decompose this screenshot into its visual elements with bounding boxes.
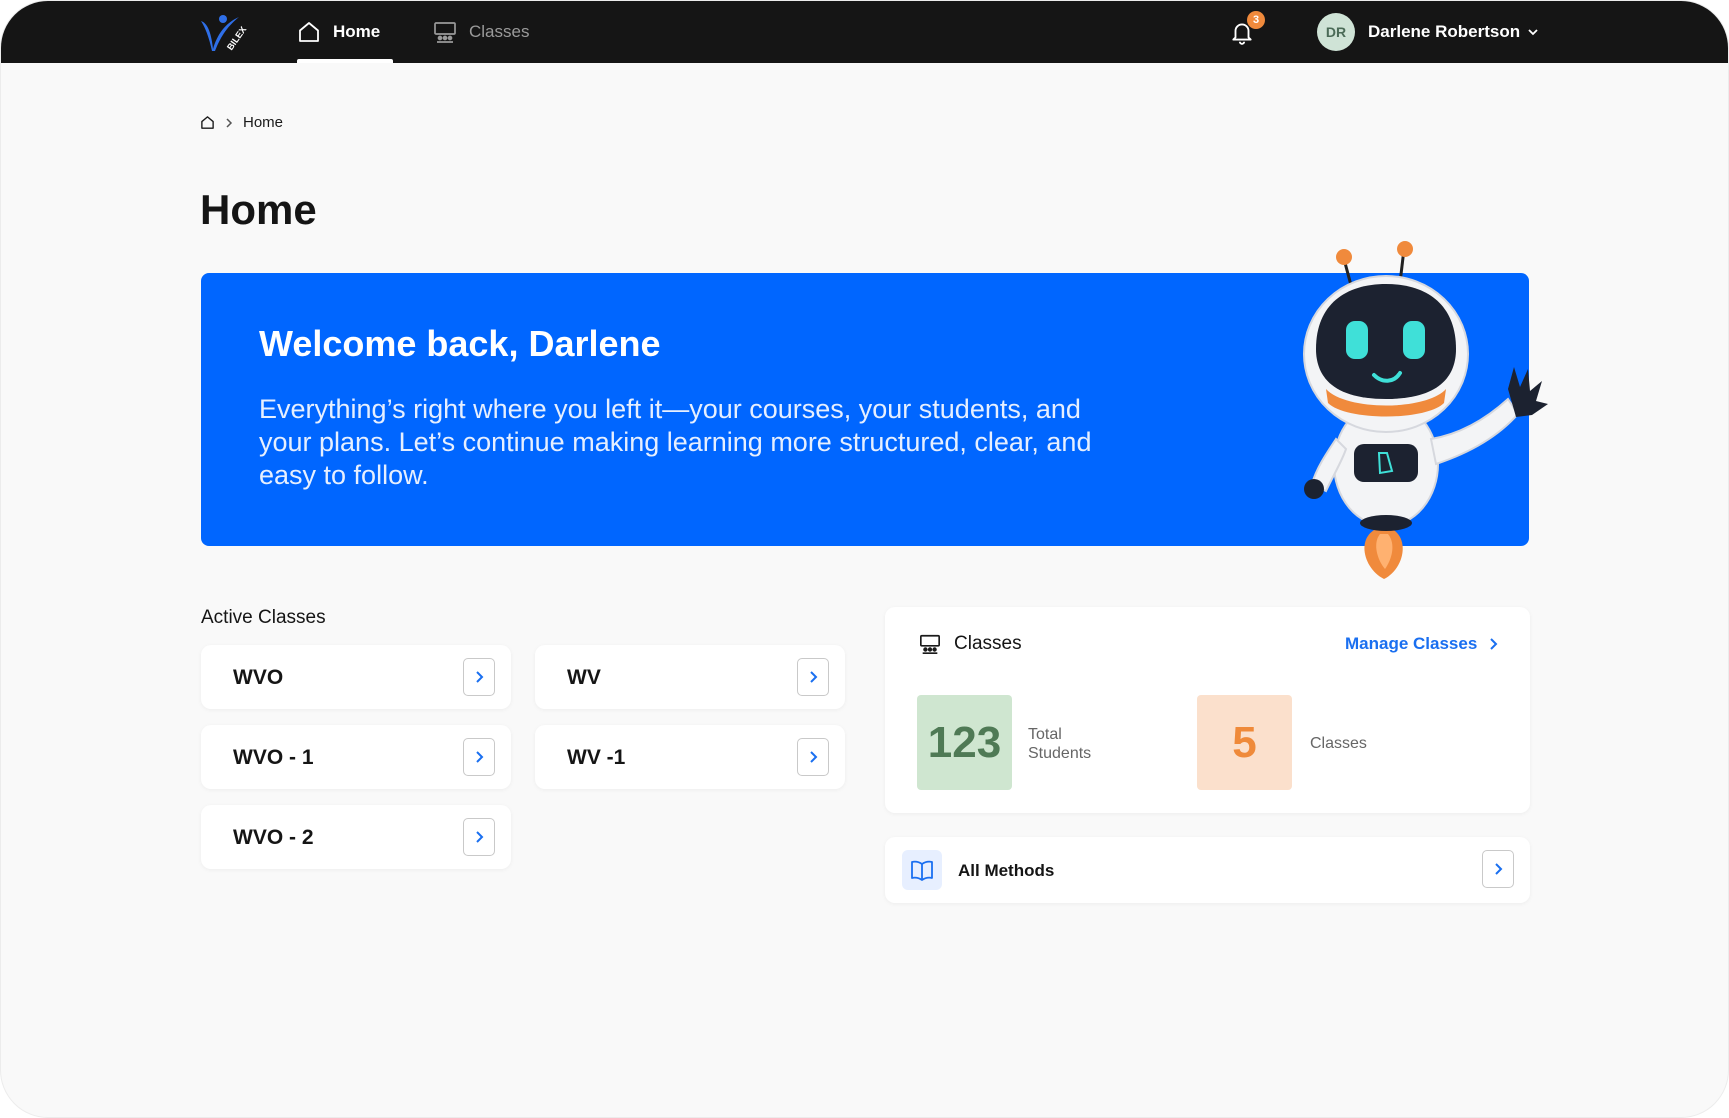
manage-classes-label: Manage Classes [1345,634,1478,653]
open-class-button[interactable] [797,738,829,776]
tab-home[interactable]: Home [297,1,393,63]
book-icon [902,850,942,890]
classes-card-title: Classes [954,633,1022,654]
chevron-right-icon [226,117,233,128]
classes-summary-card: Classes Manage Classes 123 Total Student… [885,607,1530,813]
class-name: WVO - 2 [233,826,314,849]
tab-classes-label: Classes [469,22,530,41]
total-students-value: 123 [917,695,1012,790]
chevron-right-icon [1495,863,1503,875]
chevron-right-icon [476,671,484,683]
tab-classes[interactable]: Classes [433,1,529,63]
app-window: BILEX Home Classes 3 DR Darlene Robertso… [0,0,1729,1118]
user-name[interactable]: Darlene Robertson [1368,22,1520,42]
banner-text: Everything’s right where you left it—you… [259,394,1092,490]
all-methods-label: All Methods [958,861,1055,880]
classroom-icon [920,634,940,654]
top-navigation-bar: BILEX Home Classes 3 DR Darlene Robertso… [1,1,1728,63]
all-methods-card[interactable]: All Methods [885,837,1530,903]
chevron-right-icon [1490,638,1498,650]
chevron-right-icon [810,751,818,763]
classes-count-label: Classes [1310,735,1367,752]
open-methods-button[interactable] [1482,850,1514,888]
open-class-button[interactable] [797,658,829,696]
chevron-right-icon [810,671,818,683]
bilex-logo[interactable]: BILEX [199,13,249,53]
user-avatar[interactable]: DR [1317,13,1355,51]
class-card-wvo-2[interactable]: WVO - 2 [201,805,511,869]
chevron-down-icon[interactable] [1526,27,1540,37]
breadcrumb: Home [200,114,283,131]
tab-home-label: Home [333,22,381,41]
manage-classes-link[interactable]: Manage Classes [1345,634,1498,654]
class-name: WVO - 1 [233,746,314,769]
home-icon[interactable] [200,115,215,130]
class-card-wv[interactable]: WV [535,645,845,709]
classes-count-value: 5 [1197,695,1292,790]
chevron-right-icon [476,831,484,843]
notification-badge: 3 [1247,11,1265,29]
robot-mascot-illustration [1303,241,1548,579]
class-name: WV -1 [567,746,626,769]
class-card-wv-1[interactable]: WV -1 [535,725,845,789]
active-classes-label: Active Classes [201,607,326,628]
class-name: WVO [233,666,284,689]
classroom-icon [434,22,456,43]
open-class-button[interactable] [463,818,495,856]
open-class-button[interactable] [463,658,495,696]
breadcrumb-current: Home [243,114,284,131]
total-students-label-line1: Total [1028,726,1062,743]
page-title: Home [200,186,317,233]
banner-title: Welcome back, Darlene [259,323,661,364]
class-name: WV [567,666,601,689]
total-students-label: Total Students [1028,725,1091,763]
open-class-button[interactable] [463,738,495,776]
active-tab-indicator [297,59,393,63]
home-icon [299,22,319,42]
chevron-right-icon [476,751,484,763]
class-card-wvo[interactable]: WVO [201,645,511,709]
logo-text: BILEX [225,25,248,52]
total-students-label-line2: Students [1028,745,1092,762]
class-card-wvo-1[interactable]: WVO - 1 [201,725,511,789]
